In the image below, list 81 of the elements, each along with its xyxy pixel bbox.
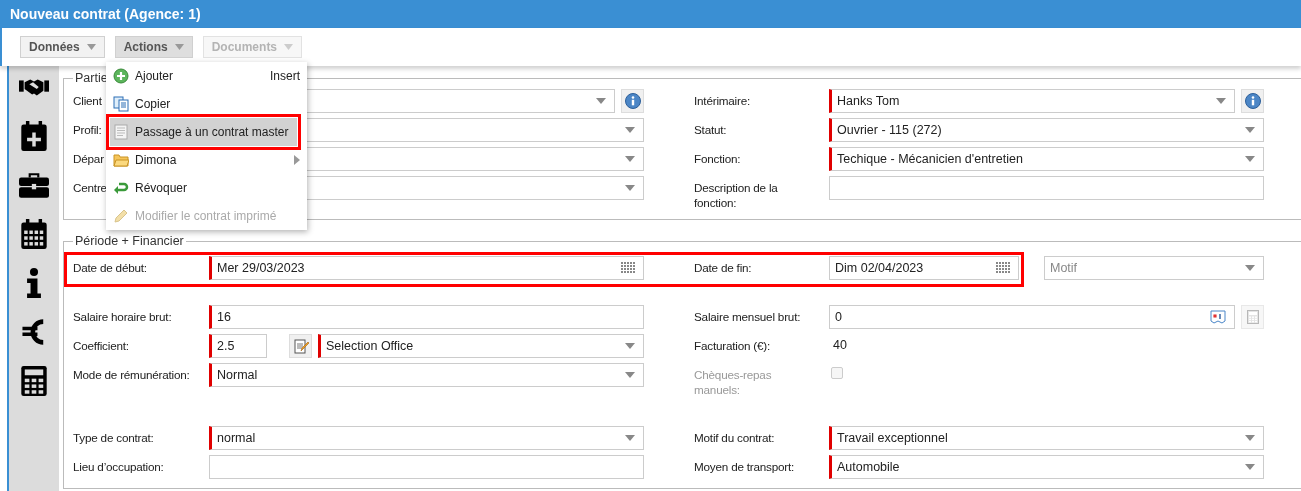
dropdown-arrow-icon — [625, 127, 635, 133]
calculator-icon — [1246, 310, 1259, 324]
value-text: 40 — [832, 337, 847, 352]
calendar-plus-icon[interactable] — [19, 121, 49, 151]
field-label: Date de début: — [73, 260, 147, 275]
field-label: Lieu d’occupation: — [73, 459, 164, 474]
dropdown-arrow-icon — [596, 98, 606, 104]
dropdown-field[interactable]: Ouvrier - 115 (272) — [829, 118, 1264, 142]
input-field[interactable]: 16 — [209, 305, 644, 329]
dropdown-field[interactable]: Motif — [1044, 256, 1264, 280]
field-label: Statut: — [694, 122, 727, 137]
date-field[interactable]: Dim 02/04/2023 — [829, 256, 1019, 280]
dropdown-arrow-icon — [625, 435, 635, 441]
caret-icon — [86, 44, 96, 50]
dropdown-arrow-icon — [1245, 156, 1255, 162]
menu-item[interactable]: Passage à un contrat master — [110, 118, 297, 146]
field-label: Chèques-repas manuels: — [694, 367, 773, 397]
menu-item[interactable]: Copier — [106, 90, 307, 118]
section-title: Partie — [74, 71, 109, 85]
dropdown-field[interactable]: Techique - Mécanicien d'entretien — [829, 147, 1264, 171]
input-field[interactable]: 0 — [829, 305, 1235, 329]
dropdown-field[interactable]: Hanks Tom — [829, 89, 1235, 113]
dropdown-arrow-icon — [1245, 435, 1255, 441]
field-label: Profil: — [73, 122, 102, 137]
info-button[interactable] — [621, 89, 644, 113]
dropdown-arrow-icon — [1245, 265, 1255, 271]
field-label: Type de contrat: — [73, 430, 154, 445]
input-field[interactable] — [829, 176, 1264, 200]
dropdown-field[interactable]: Normal — [209, 363, 644, 387]
caret-icon — [174, 44, 184, 50]
folder-icon — [113, 152, 129, 168]
field-label: Client — [73, 93, 102, 108]
date-field[interactable]: Mer 29/03/2023 — [209, 256, 644, 280]
input-field[interactable]: 2.5 — [209, 334, 267, 358]
dropdown-field[interactable]: normal — [209, 426, 644, 450]
dropdown-arrow-icon — [625, 156, 635, 162]
plus-icon — [113, 68, 129, 84]
undo-arrow-icon — [113, 180, 129, 196]
dropdown-field[interactable]: Selection Office — [318, 334, 644, 358]
edit-button[interactable] — [289, 334, 312, 358]
tag-icon[interactable] — [1210, 310, 1226, 324]
dropdown-arrow-icon — [1245, 464, 1255, 470]
field-label: Date de fin: — [694, 260, 752, 275]
info-icon — [1244, 93, 1261, 109]
dropdown-field[interactable]: Automobile — [829, 455, 1264, 479]
section-title: Période + Financier — [74, 234, 185, 248]
copy-icon — [113, 96, 129, 112]
info-icon — [624, 93, 641, 109]
field-label: Intérimaire: — [694, 93, 751, 108]
field-label: Motif du contrat: — [694, 430, 775, 445]
dropdown-arrow-icon — [1216, 98, 1226, 104]
field-label: Centre — [73, 180, 107, 195]
field-label: Salaire horaire brut: — [73, 309, 172, 324]
menu-button[interactable]: Actions — [114, 36, 193, 58]
field-label: Moyen de transport: — [694, 459, 795, 474]
dropdown-field[interactable]: Travail exceptionnel — [829, 426, 1264, 450]
notepad-pencil-icon — [292, 338, 309, 354]
dropdown-arrow-icon — [625, 185, 635, 191]
document-icon — [113, 124, 129, 140]
field-label: Salaire mensuel brut: — [694, 309, 801, 324]
menu-button[interactable]: Données — [20, 36, 105, 58]
calculator-icon[interactable] — [19, 366, 49, 396]
field-label: Dépar — [73, 151, 104, 166]
window-title: Nouveau contrat (Agence: 1) — [0, 0, 1301, 28]
calendar-icon[interactable] — [19, 219, 49, 249]
dropdown-arrow-icon — [1245, 127, 1255, 133]
pencil-icon — [113, 208, 129, 224]
field-label: Mode de rémunération: — [73, 367, 190, 382]
menu-item[interactable]: Révoquer — [106, 174, 307, 202]
field-label: Facturation (€): — [694, 338, 771, 353]
field-label: Coefficient: — [73, 338, 129, 353]
field-label: Description de la fonction: — [694, 180, 779, 210]
menu-item[interactable]: Ajouter Insert — [106, 62, 307, 90]
briefcase-icon[interactable] — [19, 170, 49, 200]
input-field[interactable] — [209, 455, 644, 479]
caret-icon — [284, 44, 294, 50]
field-label: Fonction: — [694, 151, 741, 166]
dropdown-arrow-icon — [625, 343, 635, 349]
menu-item[interactable]: Dimona — [106, 146, 307, 174]
info-button[interactable] — [1241, 89, 1264, 113]
dropdown-arrow-icon — [625, 372, 635, 378]
